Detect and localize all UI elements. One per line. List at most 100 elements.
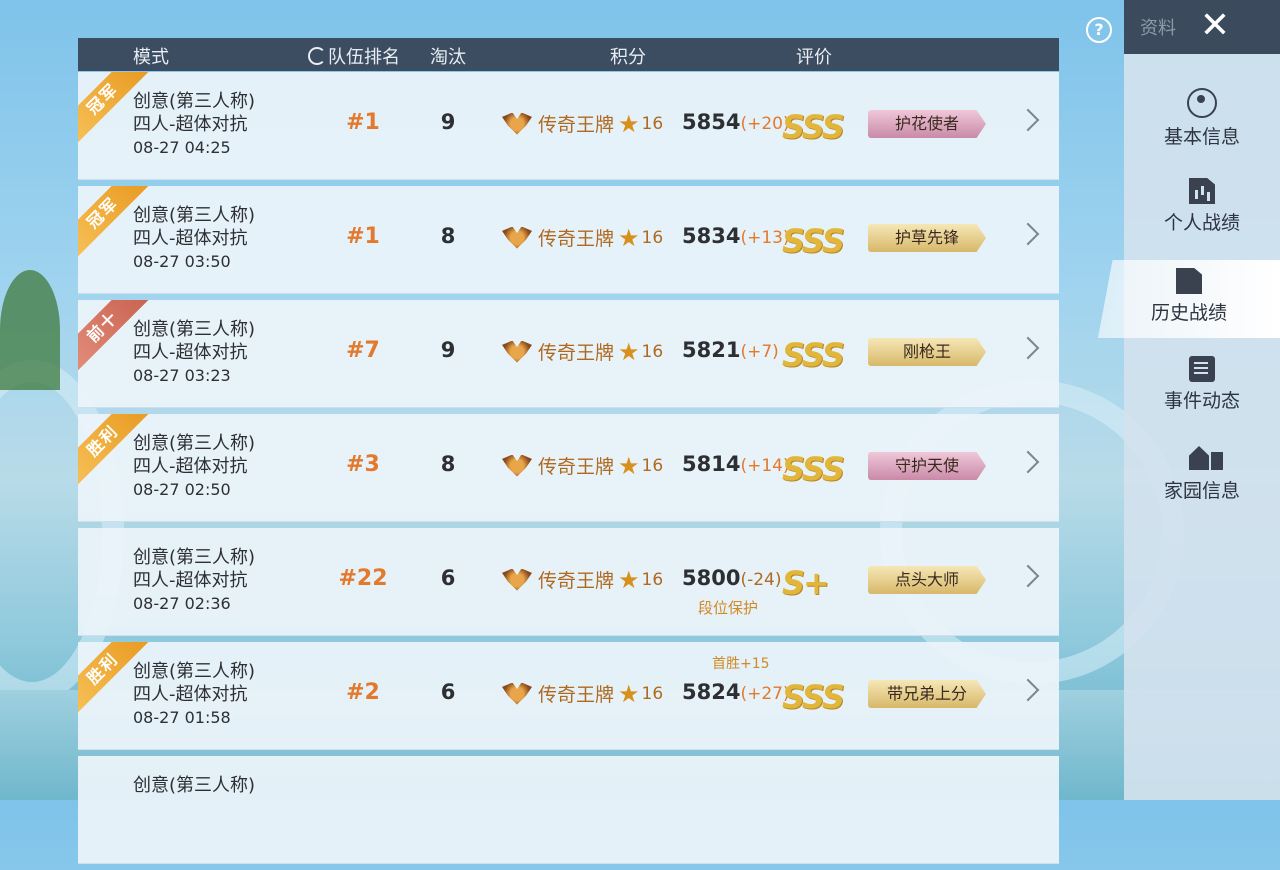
mode-type: 四人-超体对抗 <box>133 342 248 363</box>
title-badge: 护草先锋 <box>868 224 986 252</box>
star-icon: ★ <box>618 451 640 480</box>
chevron-right-icon[interactable] <box>1016 450 1040 474</box>
mode-cell: 创意(第三人称) 四人-超体对抗 08-27 02:36 <box>133 546 255 615</box>
sidebar-item-basic-info[interactable]: 基本信息 <box>1124 88 1280 168</box>
star-icon: ★ <box>618 679 640 708</box>
team-rank: #1 <box>346 224 380 249</box>
score-delta: (+7) <box>740 342 779 362</box>
chevron-right-icon[interactable] <box>1016 108 1040 132</box>
table-row[interactable]: 胜利 创意(第三人称) 四人-超体对抗 08-27 01:58 #2 6 传奇王牌 ★ 16 58… <box>78 642 1059 750</box>
grade-rating: SSS <box>782 336 845 374</box>
sidebar-item-label: 家园信息 <box>1163 480 1240 502</box>
sidebar-item-label: 历史战绩 <box>1150 302 1227 324</box>
mode-name: 创意(第三人称) <box>133 319 256 340</box>
ace-emblem-icon <box>502 112 532 135</box>
mode-type: 四人-超体对抗 <box>133 456 248 477</box>
tier-name: 传奇王牌 <box>538 114 615 136</box>
mode-type: 四人-超体对抗 <box>133 114 248 135</box>
match-time: 08-27 03:23 <box>133 366 231 385</box>
chevron-right-icon[interactable] <box>1016 564 1040 588</box>
sidebar-item-home[interactable]: 家园信息 <box>1124 446 1280 526</box>
kill-count: 6 <box>440 566 456 590</box>
col-rank[interactable]: 队伍排名 <box>308 43 400 69</box>
star-icon: ★ <box>618 565 640 594</box>
team-rank: #7 <box>346 338 380 363</box>
star-count: 16 <box>641 113 664 134</box>
match-time: 08-27 03:50 <box>133 252 231 271</box>
score-value: 5800 <box>682 566 741 590</box>
tier-name: 传奇王牌 <box>538 228 615 250</box>
grade-rating: S+ <box>782 564 830 602</box>
close-icon[interactable]: ✕ <box>1194 8 1236 46</box>
team-rank: #2 <box>346 680 380 705</box>
home-icon <box>1189 446 1223 472</box>
ace-emblem-icon <box>502 340 532 363</box>
sidebar: 基本信息 个人战绩 历史战绩 事件动态 家园信息 <box>1098 54 1280 800</box>
ace-emblem-icon <box>502 682 532 705</box>
col-rating: 评价 <box>796 47 832 68</box>
grade-rating: SSS <box>782 222 845 260</box>
mode-cell: 创意(第三人称) 四人-超体对抗 08-27 01:58 <box>133 660 255 729</box>
kill-count: 8 <box>440 452 456 476</box>
score-cell: 5824(+27) <box>682 680 790 704</box>
sidebar-item-personal-stats[interactable]: 个人战绩 <box>1124 178 1280 258</box>
first-win-bonus-note: 首胜+15 <box>712 656 770 672</box>
match-time: 08-27 02:36 <box>133 594 231 613</box>
chevron-right-icon[interactable] <box>1016 336 1040 360</box>
table-row[interactable]: 前十 创意(第三人称) 四人-超体对抗 08-27 03:23 #7 9 传奇王牌 ★ 16 58… <box>78 300 1059 408</box>
tier-cell: 传奇王牌 ★ 16 <box>502 452 663 479</box>
grade-rating: SSS <box>782 450 845 488</box>
user-icon <box>1187 88 1217 118</box>
match-time: 08-27 01:58 <box>133 708 231 727</box>
col-rank-label: 队伍排名 <box>328 47 400 68</box>
kill-count: 9 <box>440 338 456 362</box>
chevron-right-icon[interactable] <box>1016 222 1040 246</box>
col-kills: 淘汰 <box>430 47 466 68</box>
star-icon: ★ <box>618 109 640 138</box>
table-row[interactable]: 胜利 创意(第三人称) 四人-超体对抗 08-27 02:50 #3 8 传奇王牌 ★ 16 58… <box>78 414 1059 522</box>
mode-cell: 创意(第三人称) 四人-超体对抗 08-27 03:50 <box>133 204 255 273</box>
score-value: 5821 <box>682 338 741 362</box>
team-rank: #3 <box>346 452 380 477</box>
rank-protection-note: 段位保护 <box>698 599 759 617</box>
table-row[interactable]: 冠军 创意(第三人称) 四人-超体对抗 08-27 04:25 #1 9 传奇王牌 ★ 16 58… <box>78 72 1059 180</box>
col-score: 积分 <box>610 47 646 68</box>
mode-name: 创意(第三人称) <box>133 91 256 112</box>
ace-emblem-icon <box>502 226 532 249</box>
refresh-icon[interactable] <box>308 47 326 65</box>
sidebar-item-events[interactable]: 事件动态 <box>1124 356 1280 436</box>
star-count: 16 <box>641 683 664 704</box>
match-time: 08-27 02:50 <box>133 480 231 499</box>
sidebar-item-label: 事件动态 <box>1163 390 1240 412</box>
help-icon[interactable]: ? <box>1086 17 1112 43</box>
tier-cell: 传奇王牌 ★ 16 <box>502 680 663 707</box>
palm-decoration <box>0 270 60 390</box>
table-row[interactable]: 冠军 创意(第三人称) 四人-超体对抗 08-27 03:50 #1 8 传奇王牌 ★ 16 58… <box>78 186 1059 294</box>
chevron-right-icon[interactable] <box>1016 678 1040 702</box>
history-table: 模式 队伍排名 淘汰 积分 评价 冠军 创意(第三人称) 四人-超体对抗 08-27 … <box>78 38 1059 870</box>
table-header: 模式 队伍排名 淘汰 积分 评价 <box>78 38 1059 71</box>
score-cell: 5800(-24) <box>682 566 781 590</box>
mode-type: 四人-超体对抗 <box>133 228 248 249</box>
score-value: 5824 <box>682 680 741 704</box>
score-cell: 5854(+20) <box>682 110 790 134</box>
kill-count: 8 <box>440 224 456 248</box>
score-value: 5814 <box>682 452 741 476</box>
match-time: 08-27 04:25 <box>133 138 231 157</box>
stats-doc-icon <box>1189 178 1215 204</box>
mode-cell: 创意(第三人称) 四人-超体对抗 08-27 03:23 <box>133 318 255 387</box>
tier-name: 传奇王牌 <box>538 342 615 364</box>
team-rank: #1 <box>346 110 380 135</box>
ace-emblem-icon <box>502 568 532 591</box>
score-cell: 5814(+14) <box>682 452 790 476</box>
mode-cell: 创意(第三人称) 四人-超体对抗 08-27 04:25 <box>133 90 255 159</box>
sidebar-title: 资料 <box>1140 18 1176 39</box>
event-icon <box>1189 356 1215 382</box>
sidebar-item-label: 个人战绩 <box>1163 212 1240 234</box>
title-badge: 带兄弟上分 <box>868 680 986 708</box>
mode-name: 创意(第三人称) <box>133 661 256 682</box>
table-row[interactable]: 创意(第三人称) 四人-超体对抗 08-27 02:36 #22 6 传奇王牌 ★ 16 580… <box>78 528 1059 636</box>
sidebar-item-history[interactable]: 历史战绩 <box>1098 260 1280 338</box>
title-badge: 守护天使 <box>868 452 986 480</box>
table-row[interactable]: 创意(第三人称) <box>78 756 1059 864</box>
